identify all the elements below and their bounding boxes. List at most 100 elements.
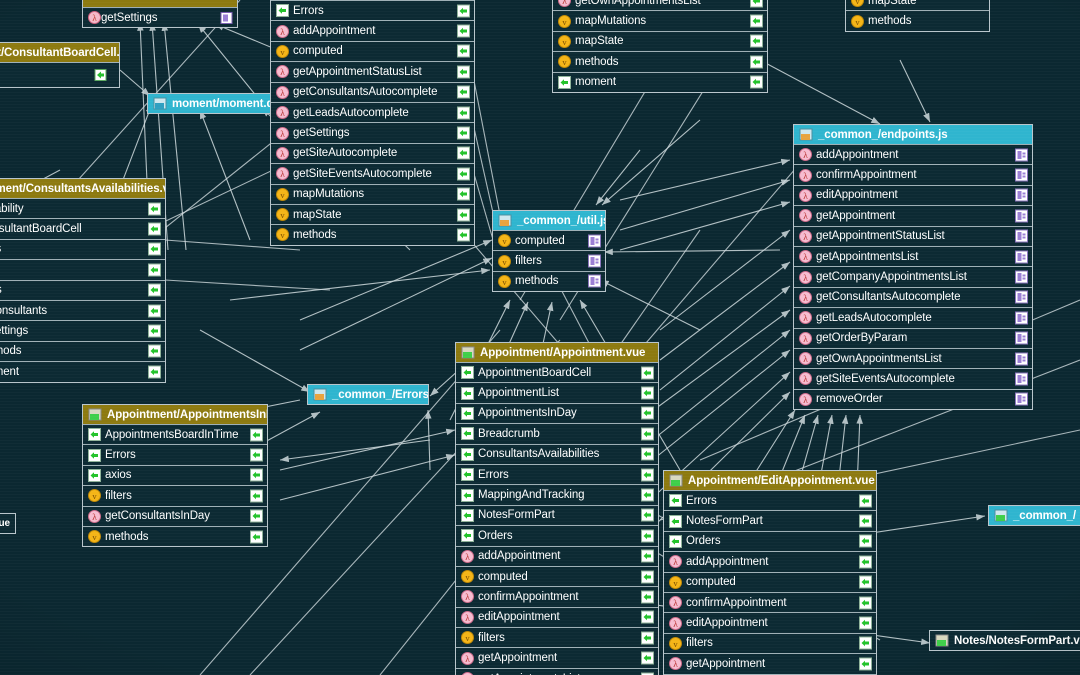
node-row[interactable]: Errors [664, 490, 876, 510]
node-row[interactable]: v mapMutations [553, 10, 767, 30]
node-row[interactable]: λ addAppointment [794, 144, 1032, 164]
node-row[interactable]: λ getConsultantsAutocomplete [794, 286, 1032, 307]
node-row[interactable]: MappingAndTracking [456, 484, 658, 504]
node-row[interactable]: λ getAppointmentStatusList [794, 225, 1032, 246]
node-notesformpart[interactable]: Notes/NotesFormPart.vue [929, 630, 1080, 651]
node-row[interactable]: v filters [664, 632, 876, 653]
node-row[interactable]: λ getConsultantsAutocomplete [271, 81, 474, 102]
node-row[interactable]: λ getConsultantsInDay [83, 505, 267, 526]
node-row[interactable]: λ confirmAppointment [456, 586, 658, 606]
node-row[interactable]: Errors [83, 444, 267, 464]
node-row[interactable]: v mapState [846, 0, 989, 10]
node-row[interactable]: etConsultants [0, 299, 165, 320]
node-row[interactable]: λ getOrderByParam [794, 327, 1032, 348]
node-row[interactable]: Orders [664, 530, 876, 551]
node-row[interactable]: Errors [456, 463, 658, 484]
node-row[interactable]: λ addAppointment [271, 20, 474, 40]
node-row[interactable]: NotesFormPart [664, 510, 876, 530]
node-row[interactable]: etSettings [0, 320, 165, 340]
node-row[interactable]: λ editAppointment [456, 606, 658, 627]
node-common-right[interactable]: _common_/ [988, 505, 1080, 526]
node-row[interactable]: AppointmentList [456, 382, 658, 402]
node-row[interactable]: λgetAppointmentsList [456, 667, 658, 675]
node-row[interactable]: ConsultantBoardCell [0, 218, 165, 238]
node-addappointment[interactable]: Appointment/AddAppointment.vue Errorsλad… [270, 0, 475, 246]
node-row[interactable]: v methods [553, 51, 767, 71]
node-topright[interactable]: v mapState v methods [845, 0, 990, 32]
node-row[interactable]: λ getSiteEventsAutocomplete [271, 163, 474, 183]
node-row[interactable]: λ confirmAppointment [664, 591, 876, 612]
node-row[interactable]: Breadcrumb [456, 423, 658, 443]
node-row[interactable]: λ getLeadsAutocomplete [794, 307, 1032, 327]
node-left-fragment[interactable]: .vue [0, 513, 16, 534]
node-row[interactable]: axios [83, 464, 267, 485]
node-row[interactable]: moment [553, 71, 767, 92]
node-row[interactable]: v mapMutations [271, 183, 474, 204]
node-editappointment[interactable]: Appointment/EditAppointment.vue Errors No… [663, 470, 877, 675]
node-ownappointments[interactable]: λ getOwnAppointmentsList v mapMutations v map… [552, 0, 768, 93]
node-row[interactable]: v methods [271, 224, 474, 244]
node-errors-js[interactable]: _common_/Errors.js [307, 384, 429, 405]
node-row[interactable]: v mapState [553, 30, 767, 51]
node-row[interactable]: λ getSettings [83, 7, 237, 27]
node-row[interactable]: xios [0, 259, 165, 279]
node-row[interactable]: λgetAppointmentsList [794, 245, 1032, 266]
node-row[interactable]: λ getSiteEventsAutocomplete [794, 368, 1032, 388]
node-row[interactable]: v computed [493, 230, 605, 250]
node-util[interactable]: _common_/util.js v computed v filters v metho… [492, 210, 606, 293]
node-row[interactable]: v filters [83, 485, 267, 505]
node-row[interactable]: λ editAppointment [664, 612, 876, 632]
function-pink-icon: λ [669, 555, 682, 569]
node-row[interactable]: λ getSiteAutocomplete [271, 142, 474, 163]
node-appointmentsinday[interactable]: Appointment/AppointmentsInDay.vue Appoin… [82, 404, 268, 548]
node-row[interactable]: ilters [0, 279, 165, 300]
node-row[interactable]: v methods [493, 270, 605, 291]
node-row[interactable]: λ removeOrder [794, 388, 1032, 409]
node-row[interactable]: v computed [664, 571, 876, 592]
node-row[interactable] [0, 62, 119, 87]
node-row[interactable]: λ getCompanyAppointmentsList [794, 266, 1032, 286]
node-row[interactable]: λ getAppointment [456, 647, 658, 667]
export-purple-badge [1015, 209, 1028, 223]
node-row[interactable]: AppointmentsBoardInTime [83, 424, 267, 444]
node-row[interactable]: rrors [0, 238, 165, 259]
node-row[interactable]: methods [0, 340, 165, 361]
node-header: ppointment/ConsultantsAvailabilities.vue [0, 179, 165, 198]
node-row[interactable]: Orders [456, 525, 658, 545]
node-row[interactable]: AppointmentBoardCell [456, 362, 658, 382]
import-green-badge [750, 14, 763, 28]
node-row[interactable]: λ getAppointment [794, 205, 1032, 225]
node-consultantboardcell[interactable]: ent/ConsultantBoardCell.vue [0, 42, 120, 88]
node-row[interactable]: λ getSettings [271, 122, 474, 142]
node-consultantsavailabilities[interactable]: ppointment/ConsultantsAvailabilities.vue… [0, 178, 166, 383]
node-row[interactable]: v methods [83, 525, 267, 546]
node-row[interactable]: v computed [456, 565, 658, 586]
node-row[interactable]: moment [0, 361, 165, 381]
node-row[interactable]: v methods [846, 10, 989, 30]
node-moment-dts[interactable]: moment/moment.d.ts [147, 93, 275, 114]
node-row[interactable]: ConsultantsAvailabilities [456, 443, 658, 464]
node-row[interactable]: AppointmentsInDay [456, 402, 658, 423]
row-label: ConsultantBoardCell [0, 223, 82, 236]
node-appointment[interactable]: Appointment/Appointment.vue AppointmentB… [455, 342, 659, 675]
node-row[interactable]: NotesFormPart [456, 504, 658, 525]
node-row[interactable]: λ addAppointment [456, 545, 658, 566]
node-row[interactable]: v computed [271, 40, 474, 61]
node-row[interactable]: λ getAppointmentStatusList [271, 61, 474, 81]
import-green-icon [669, 534, 682, 548]
node-row[interactable]: λ addAppointment [664, 551, 876, 571]
node-row[interactable]: vailability [0, 198, 165, 218]
node-row[interactable]: Errors [271, 0, 474, 20]
node-row[interactable]: λ getOwnAppointmentsList [553, 0, 767, 10]
node-row[interactable]: λ getAppointment [664, 653, 876, 673]
node-row[interactable]: λ getLeadsAutocomplete [271, 101, 474, 122]
node-row[interactable]: v mapState [271, 203, 474, 224]
node-row[interactable]: λ editAppointment [794, 184, 1032, 205]
node-row[interactable]: λ confirmAppointment [794, 164, 1032, 184]
import-green-icon [461, 427, 474, 441]
node-row[interactable]: v filters [493, 250, 605, 270]
node-endpoints[interactable]: _common_/endpoints.js λ addAppointment λ co… [793, 124, 1033, 411]
node-row[interactable]: λ getOwnAppointmentsList [794, 347, 1032, 368]
node-getsettings-top[interactable]: λ getSettings [82, 0, 238, 29]
node-row[interactable]: v filters [456, 627, 658, 647]
